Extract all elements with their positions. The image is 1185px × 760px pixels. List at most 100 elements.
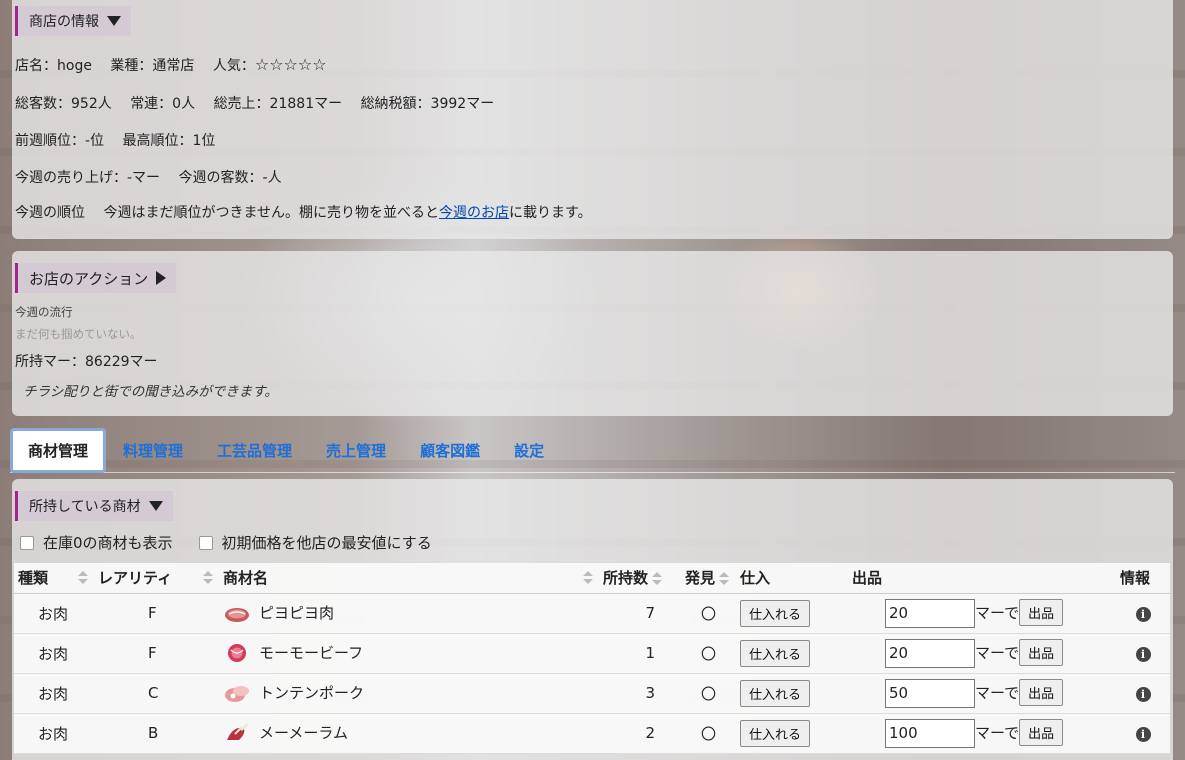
shop-name: 店名：hoge (15, 58, 92, 74)
col-found[interactable]: 発見 (681, 563, 736, 594)
row-listing-cell: 100 マーで 出品 (848, 713, 1116, 754)
total-sales: 総売上：21881マー (213, 96, 343, 112)
buy-button[interactable]: 仕入れる (740, 719, 811, 747)
tab-goods[interactable]: 商材管理 (10, 428, 107, 473)
popularity-label: 人気： (212, 58, 255, 74)
row-info-cell: i (1116, 713, 1170, 754)
zero-stock-label: 在庫0の商材も表示 (43, 534, 173, 552)
buy-button[interactable]: 仕入れる (740, 599, 811, 627)
tab-crafts[interactable]: 工芸品管理 (200, 428, 309, 473)
tab-customer-book[interactable]: 顧客図鑑 (403, 428, 497, 473)
collapse-down-icon (148, 501, 163, 511)
row-rarity: F (94, 633, 219, 674)
week-rank-text: 今週はまだ順位がつきません。棚に売り物を並べると (103, 205, 440, 221)
best-rank: 最高順位：1位 (122, 133, 216, 149)
goods-table: 種類 レアリティ 商材名 所持数 発見 仕入 出品 情報 お肉 F ピヨピヨ肉 … (14, 563, 1170, 754)
row-found: 〇 (681, 593, 736, 634)
currency-suffix: マーで (975, 643, 1020, 662)
row-info-cell: i (1116, 593, 1170, 634)
col-rarity[interactable]: レアリティ (94, 563, 219, 594)
row-owned: 7 (599, 593, 681, 634)
shop-rank-line: 前週順位：-位 最高順位：1位 (15, 130, 215, 150)
col-kind[interactable]: 種類 (14, 563, 94, 594)
row-rarity: C (94, 673, 219, 714)
row-info-cell: i (1116, 633, 1170, 674)
total-customers: 総客数：952人 (15, 96, 112, 112)
this-week-shops-link[interactable]: 今週のお店 (439, 205, 509, 221)
goods-header[interactable]: 所持している商材 (15, 491, 173, 521)
row-listing-cell: 20 マーで 出品 (848, 593, 1116, 634)
main-tabs: 商材管理 料理管理 工芸品管理 売上管理 顧客図鑑 設定 (10, 428, 561, 473)
buy-button[interactable]: 仕入れる (740, 679, 811, 707)
trend-value: まだ何も掴めていない。 (15, 327, 142, 341)
row-owned: 1 (599, 633, 681, 674)
row-rarity: B (94, 713, 219, 754)
table-row: お肉 B メーメーラム 2 〇 仕入れる 100 マーで 出品 i (14, 713, 1170, 754)
meat-lamb-icon (227, 723, 249, 741)
row-name-cell: ピヨピヨ肉 (219, 593, 599, 634)
shop-actions-header[interactable]: お店のアクション (15, 263, 177, 293)
row-stock-cell: 仕入れる (736, 673, 848, 714)
row-kind: お肉 (14, 593, 94, 634)
sort-icon (719, 571, 730, 586)
money-owned: 所持マー：86229マー (15, 354, 158, 370)
col-listing: 出品 (848, 563, 1116, 594)
week-rank-label: 今週の順位 (15, 205, 85, 221)
list-button[interactable]: 出品 (1019, 598, 1064, 626)
collapse-down-icon (107, 16, 121, 26)
buy-button[interactable]: 仕入れる (740, 639, 811, 667)
info-icon[interactable]: i (1135, 727, 1151, 742)
shop-actions-title: お店のアクション (29, 269, 149, 288)
row-found: 〇 (681, 633, 736, 674)
sort-icon (78, 571, 88, 585)
zero-stock-checkbox[interactable] (20, 535, 34, 550)
trend-label: 今週の流行 (15, 305, 73, 319)
sort-icon (652, 571, 663, 586)
info-icon[interactable]: i (1135, 687, 1151, 702)
row-kind: お肉 (14, 633, 94, 674)
shop-week-rank-line: 今週の順位 今週はまだ順位がつきません。棚に売り物を並べると今週のお店に載ります… (15, 202, 592, 222)
col-name[interactable]: 商材名 (219, 563, 599, 594)
total-tax: 総納税額：3992マー (360, 96, 495, 112)
table-row: お肉 C トンテンポーク 3 〇 仕入れる 50 マーで 出品 i (14, 673, 1170, 714)
price-input[interactable]: 20 (885, 598, 975, 628)
meat-chicken-icon (225, 608, 249, 623)
goods-name: トンテンポーク (259, 683, 365, 702)
row-stock-cell: 仕入れる (736, 633, 848, 674)
tab-sales[interactable]: 売上管理 (309, 428, 403, 473)
goods-name: メーメーラム (259, 723, 348, 742)
info-icon[interactable]: i (1135, 647, 1151, 662)
shop-info-header[interactable]: 商店の情報 (15, 6, 131, 36)
table-row: お肉 F モーモービーフ 1 〇 仕入れる 20 マーで 出品 i (14, 633, 1170, 674)
info-icon[interactable]: i (1135, 607, 1151, 622)
row-found: 〇 (681, 713, 736, 754)
goods-name: モーモービーフ (259, 643, 364, 662)
meat-beef-icon (228, 644, 246, 663)
table-row: お肉 F ピヨピヨ肉 7 〇 仕入れる 20 マーで 出品 i (14, 593, 1170, 634)
min-price-label: 初期価格を他店の最安値にする (221, 534, 432, 552)
price-input[interactable]: 20 (885, 638, 975, 668)
shop-actions-panel: お店のアクション 今週の流行 まだ何も掴めていない。 所持マー：86229マー … (12, 251, 1173, 416)
expand-right-icon (156, 271, 167, 285)
price-input[interactable]: 100 (885, 718, 975, 748)
row-info-cell: i (1116, 673, 1170, 714)
shop-type: 業種：通常店 (110, 58, 195, 74)
meat-pork-icon (225, 686, 249, 703)
list-button[interactable]: 出品 (1019, 718, 1064, 746)
regular-customers: 常連：0人 (130, 96, 196, 112)
tab-settings[interactable]: 設定 (497, 428, 561, 473)
list-button[interactable]: 出品 (1019, 678, 1064, 706)
price-input[interactable]: 50 (885, 678, 975, 708)
col-owned[interactable]: 所持数 (599, 563, 681, 594)
currency-suffix: マーで (975, 603, 1020, 622)
shop-info-panel: 商店の情報 店名：hoge 業種：通常店 人気：☆☆☆☆☆ 総客数：952人 常… (12, 0, 1173, 239)
goods-title: 所持している商材 (29, 499, 141, 515)
list-button[interactable]: 出品 (1019, 638, 1064, 666)
min-price-checkbox[interactable] (198, 535, 213, 550)
row-name-cell: モーモービーフ (219, 633, 599, 674)
tab-cooking[interactable]: 料理管理 (106, 428, 200, 473)
col-info: 情報 (1116, 563, 1170, 594)
col-stock: 仕入 (736, 563, 848, 594)
goods-name: ピヨピヨ肉 (259, 603, 335, 622)
shop-basic-line: 店名：hoge 業種：通常店 人気：☆☆☆☆☆ (15, 55, 327, 75)
